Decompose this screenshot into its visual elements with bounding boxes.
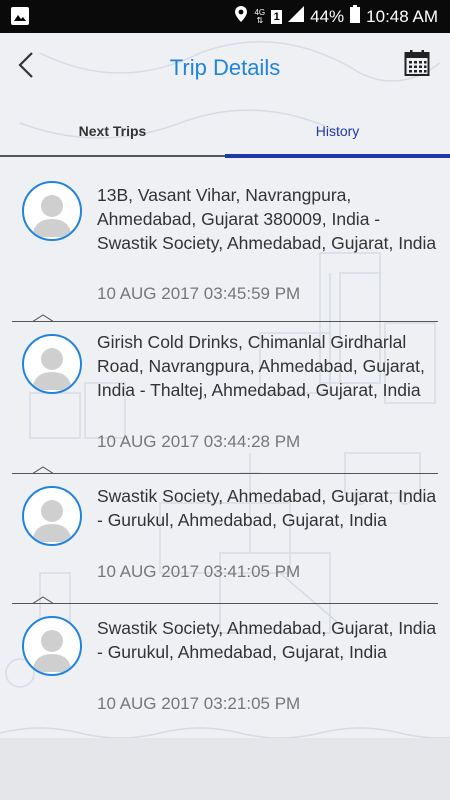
calendar-icon: [404, 50, 430, 76]
status-bar: 4G ⇅ 1 44% 10:48 AM: [0, 0, 450, 33]
trip-route: Swastik Society, Ahmedabad, Gujarat, Ind…: [97, 486, 437, 530]
trip-item[interactable]: 13B, Vasant Vihar, Navrangpura, Ahmedaba…: [0, 157, 450, 322]
user-placeholder-icon: [28, 187, 76, 237]
trip-datetime: 10 AUG 2017 03:21:05 PM: [97, 694, 301, 713]
divider-notch: [32, 596, 54, 604]
divider-notch: [32, 466, 54, 474]
trip-item[interactable]: Swastik Society, Ahmedabad, Gujarat, Ind…: [0, 474, 450, 604]
location-icon: [234, 5, 248, 28]
trip-datetime: 10 AUG 2017 03:45:59 PM: [97, 284, 301, 303]
sim-badge: 1: [271, 9, 283, 24]
avatar: [22, 181, 82, 241]
gallery-icon: [10, 6, 30, 31]
user-placeholder-icon: [28, 622, 76, 672]
trip-datetime: 10 AUG 2017 03:41:05 PM: [97, 562, 301, 581]
trip-route: Swastik Society, Ahmedabad, Gujarat, Ind…: [97, 618, 437, 662]
trip-datetime: 10 AUG 2017 03:44:28 PM: [97, 432, 301, 451]
trip-route: Girish Cold Drinks, Chimanlal Girdharlal…: [97, 332, 425, 400]
tab-history[interactable]: History: [225, 105, 450, 157]
signal-icon: [288, 6, 305, 27]
calendar-button[interactable]: [404, 49, 432, 79]
trip-item[interactable]: Swastik Society, Ahmedabad, Gujarat, Ind…: [0, 604, 450, 734]
app-bar: Trip Details: [0, 33, 450, 105]
tab-next-trips[interactable]: Next Trips: [0, 105, 225, 157]
user-placeholder-icon: [28, 340, 76, 390]
avatar: [22, 486, 82, 546]
divider-notch: [32, 314, 54, 322]
tab-bar: Next Trips History: [0, 105, 450, 158]
user-placeholder-icon: [28, 492, 76, 542]
battery-percent: 44%: [310, 6, 345, 26]
trip-route: 13B, Vasant Vihar, Navrangpura, Ahmedaba…: [97, 185, 437, 253]
page-title: Trip Details: [169, 55, 281, 80]
avatar: [22, 616, 82, 676]
trip-item[interactable]: Girish Cold Drinks, Chimanlal Girdharlal…: [0, 322, 450, 474]
battery-icon: [350, 5, 361, 28]
avatar: [22, 334, 82, 394]
status-time: 10:48 AM: [366, 6, 438, 26]
network-indicator: 4G ⇅: [254, 7, 266, 25]
footer-band: [0, 738, 450, 800]
